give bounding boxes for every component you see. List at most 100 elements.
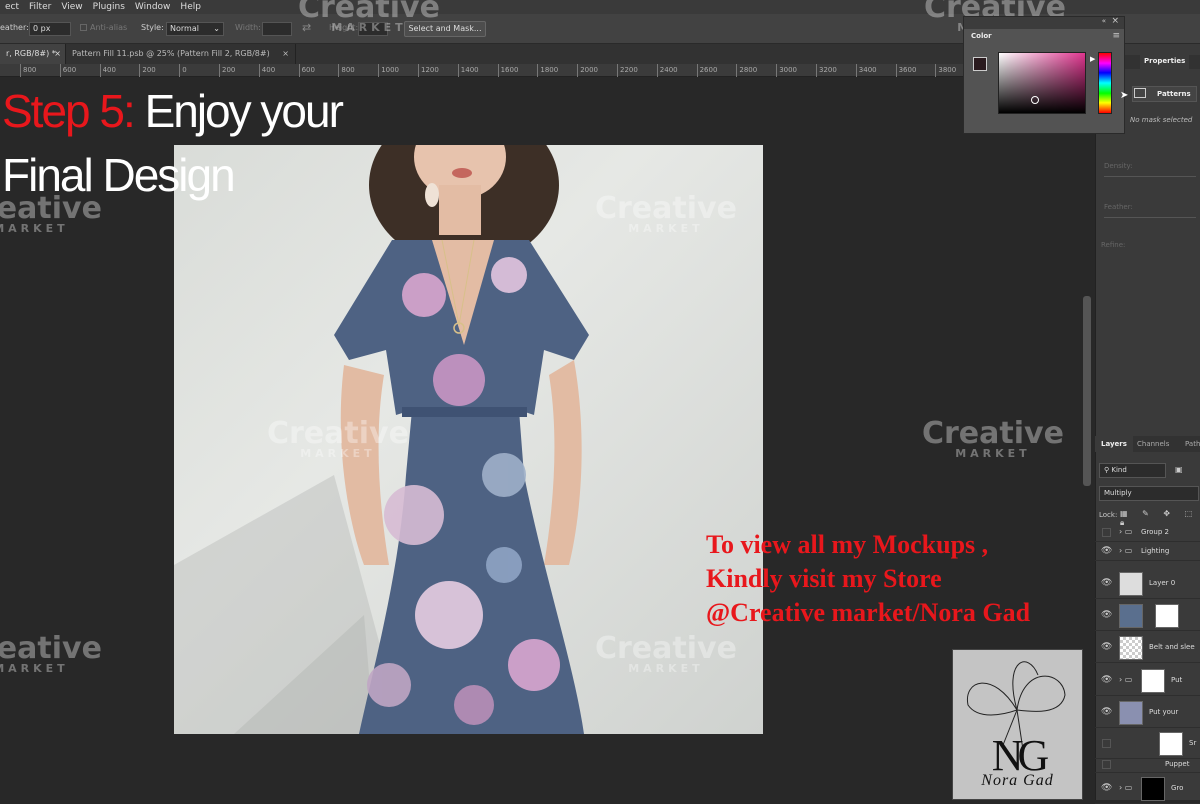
- menu-help[interactable]: Help: [175, 2, 206, 12]
- visibility-toggle[interactable]: [1102, 738, 1111, 748]
- watermark: CreativeMARKET: [267, 416, 409, 460]
- close-icon[interactable]: ×: [282, 44, 289, 64]
- ruler-tick: 2000: [577, 64, 598, 77]
- tab-properties[interactable]: Properties: [1140, 55, 1190, 69]
- layers-tabstrip: Layers Channels Path: [1095, 436, 1200, 452]
- ruler-tick: 2400: [656, 64, 678, 77]
- horizontal-ruler: 800 600 400 200 0 200 400 600 800 1000 1200 1400 160…: [0, 64, 1085, 77]
- collapse-icon[interactable]: «: [1102, 17, 1106, 25]
- ruler-tick: 600: [298, 64, 315, 77]
- hue-slider[interactable]: [1098, 52, 1112, 114]
- ruler-tick: 200: [139, 64, 156, 77]
- visibility-toggle[interactable]: [1102, 527, 1111, 537]
- visibility-toggle[interactable]: [1102, 760, 1111, 769]
- step-label: Step 5:: [2, 85, 136, 137]
- layer-row[interactable]: 👁︎ › ▭ Gro: [1095, 773, 1200, 804]
- close-icon[interactable]: ×: [54, 44, 61, 64]
- refine-label: Refine:: [1101, 241, 1126, 249]
- layer-row[interactable]: Sr: [1095, 728, 1200, 759]
- document-tabs: r, RGB/8#) * × Pattern Fill 11.psb @ 25%…: [0, 44, 1095, 64]
- ruler-tick: 3000: [776, 64, 797, 77]
- promo-line-1: To view all my Mockups ,: [706, 530, 989, 559]
- ruler-tick: 2200: [617, 64, 638, 77]
- layer-thumbnail: [1141, 668, 1165, 693]
- menu-icon[interactable]: ≡: [1112, 31, 1120, 41]
- ruler-tick: 400: [99, 64, 116, 77]
- antialias-checkbox[interactable]: [80, 24, 87, 31]
- density-slider[interactable]: [1104, 176, 1196, 177]
- menu-select[interactable]: ect: [0, 2, 24, 12]
- step-heading: Step 5: Enjoy your Final Design: [2, 82, 344, 204]
- promo-text: To view all my Mockups , Kindly visit my…: [706, 528, 1030, 630]
- folder-icon[interactable]: › ▭: [1119, 527, 1132, 536]
- search-icon: ⚲: [1104, 466, 1110, 474]
- layer-row[interactable]: › ▭ Group 2: [1095, 523, 1200, 542]
- layer-name: Lighting: [1141, 546, 1170, 555]
- image-filter-icon[interactable]: ▣: [1175, 465, 1183, 474]
- layer-thumbnail: [1119, 635, 1143, 660]
- nora-gad-logo: NG Nora Gad: [952, 649, 1083, 800]
- antialias-label: Anti-alias: [90, 23, 128, 32]
- layer-row[interactable]: 👁︎ Layer 0: [1095, 568, 1200, 599]
- color-picker-field[interactable]: [998, 52, 1086, 114]
- kind-filter-select[interactable]: ⚲ Kind: [1099, 463, 1166, 478]
- width-input[interactable]: [262, 22, 292, 36]
- foreground-color-swatch[interactable]: [973, 57, 987, 71]
- folder-icon[interactable]: › ▭: [1119, 783, 1132, 792]
- layer-name: Put your: [1149, 707, 1179, 716]
- ruler-tick: 600: [59, 64, 76, 77]
- tab-paths[interactable]: Path: [1185, 440, 1200, 448]
- layer-thumbnail: [1141, 776, 1165, 801]
- heading-line2: Final Design: [2, 149, 236, 201]
- ruler-tick: 800: [20, 64, 36, 77]
- visibility-eye-icon[interactable]: 👁︎: [1101, 610, 1112, 620]
- visibility-eye-icon[interactable]: 👁︎: [1101, 578, 1112, 588]
- folder-icon[interactable]: › ▭: [1119, 675, 1132, 684]
- layer-name: Layer 0: [1149, 578, 1176, 587]
- visibility-eye-icon[interactable]: 👁︎: [1101, 642, 1112, 652]
- visibility-eye-icon[interactable]: 👁︎: [1101, 783, 1112, 793]
- color-panel-title: Color: [971, 32, 992, 40]
- layer-name: Belt and slee: [1149, 642, 1195, 651]
- layer-row[interactable]: 👁︎ › ▭ Lighting: [1095, 542, 1200, 561]
- ruler-tick: 200: [219, 64, 235, 77]
- ruler-tick: 1200: [418, 64, 439, 77]
- visibility-eye-icon[interactable]: 👁︎: [1101, 707, 1112, 717]
- menu-plugins[interactable]: Plugins: [88, 2, 130, 12]
- visibility-eye-icon[interactable]: 👁︎: [1101, 546, 1112, 556]
- layer-row[interactable]: 👁︎ › ▭ Put: [1095, 665, 1200, 696]
- menu-view[interactable]: View: [56, 2, 87, 12]
- tab-document-2[interactable]: Pattern Fill 11.psb @ 25% (Pattern Fill …: [66, 44, 296, 64]
- feather-label: eather:: [0, 23, 29, 32]
- style-select[interactable]: Normal ⌄: [166, 22, 224, 36]
- menu-filter[interactable]: Filter: [24, 2, 56, 12]
- folder-icon[interactable]: › ▭: [1119, 546, 1132, 555]
- watermark: CreativeMARKET: [0, 631, 102, 675]
- layer-row[interactable]: 👁︎ Belt and slee: [1095, 632, 1200, 663]
- no-mask-text: No mask selected: [1130, 116, 1193, 124]
- hue-marker-icon: ▶: [1090, 55, 1096, 63]
- ruler-tick: 3400: [855, 64, 877, 77]
- tab-document-1[interactable]: r, RGB/8#) * ×: [0, 44, 66, 64]
- picker-cursor[interactable]: [1031, 96, 1039, 104]
- tab-layers[interactable]: Layers: [1095, 436, 1133, 452]
- layer-row[interactable]: Puppet: [1095, 757, 1200, 773]
- vertical-scrollbar[interactable]: [1083, 296, 1091, 486]
- pattern-icon: [1134, 88, 1146, 98]
- watermark: CreativeMARKET: [595, 631, 737, 675]
- menu-window[interactable]: Window: [130, 2, 176, 12]
- promo-line-2: Kindly visit my Store: [706, 564, 942, 593]
- tab-channels[interactable]: Channels: [1137, 440, 1169, 448]
- layer-row[interactable]: 👁︎: [1095, 600, 1200, 631]
- layer-name: Puppet: [1165, 760, 1190, 768]
- feather-input[interactable]: 0 px: [29, 22, 71, 36]
- ruler-tick: 1800: [537, 64, 558, 77]
- ruler-tick: 1600: [497, 64, 518, 77]
- blend-mode-select[interactable]: Multiply: [1099, 486, 1199, 501]
- layer-name: Put: [1171, 675, 1183, 684]
- visibility-eye-icon[interactable]: 👁︎: [1101, 675, 1112, 685]
- feather-slider[interactable]: [1104, 217, 1196, 218]
- width-label: Width:: [235, 23, 261, 32]
- close-icon[interactable]: ×: [1111, 16, 1119, 26]
- layer-row[interactable]: 👁︎ Put your: [1095, 697, 1200, 728]
